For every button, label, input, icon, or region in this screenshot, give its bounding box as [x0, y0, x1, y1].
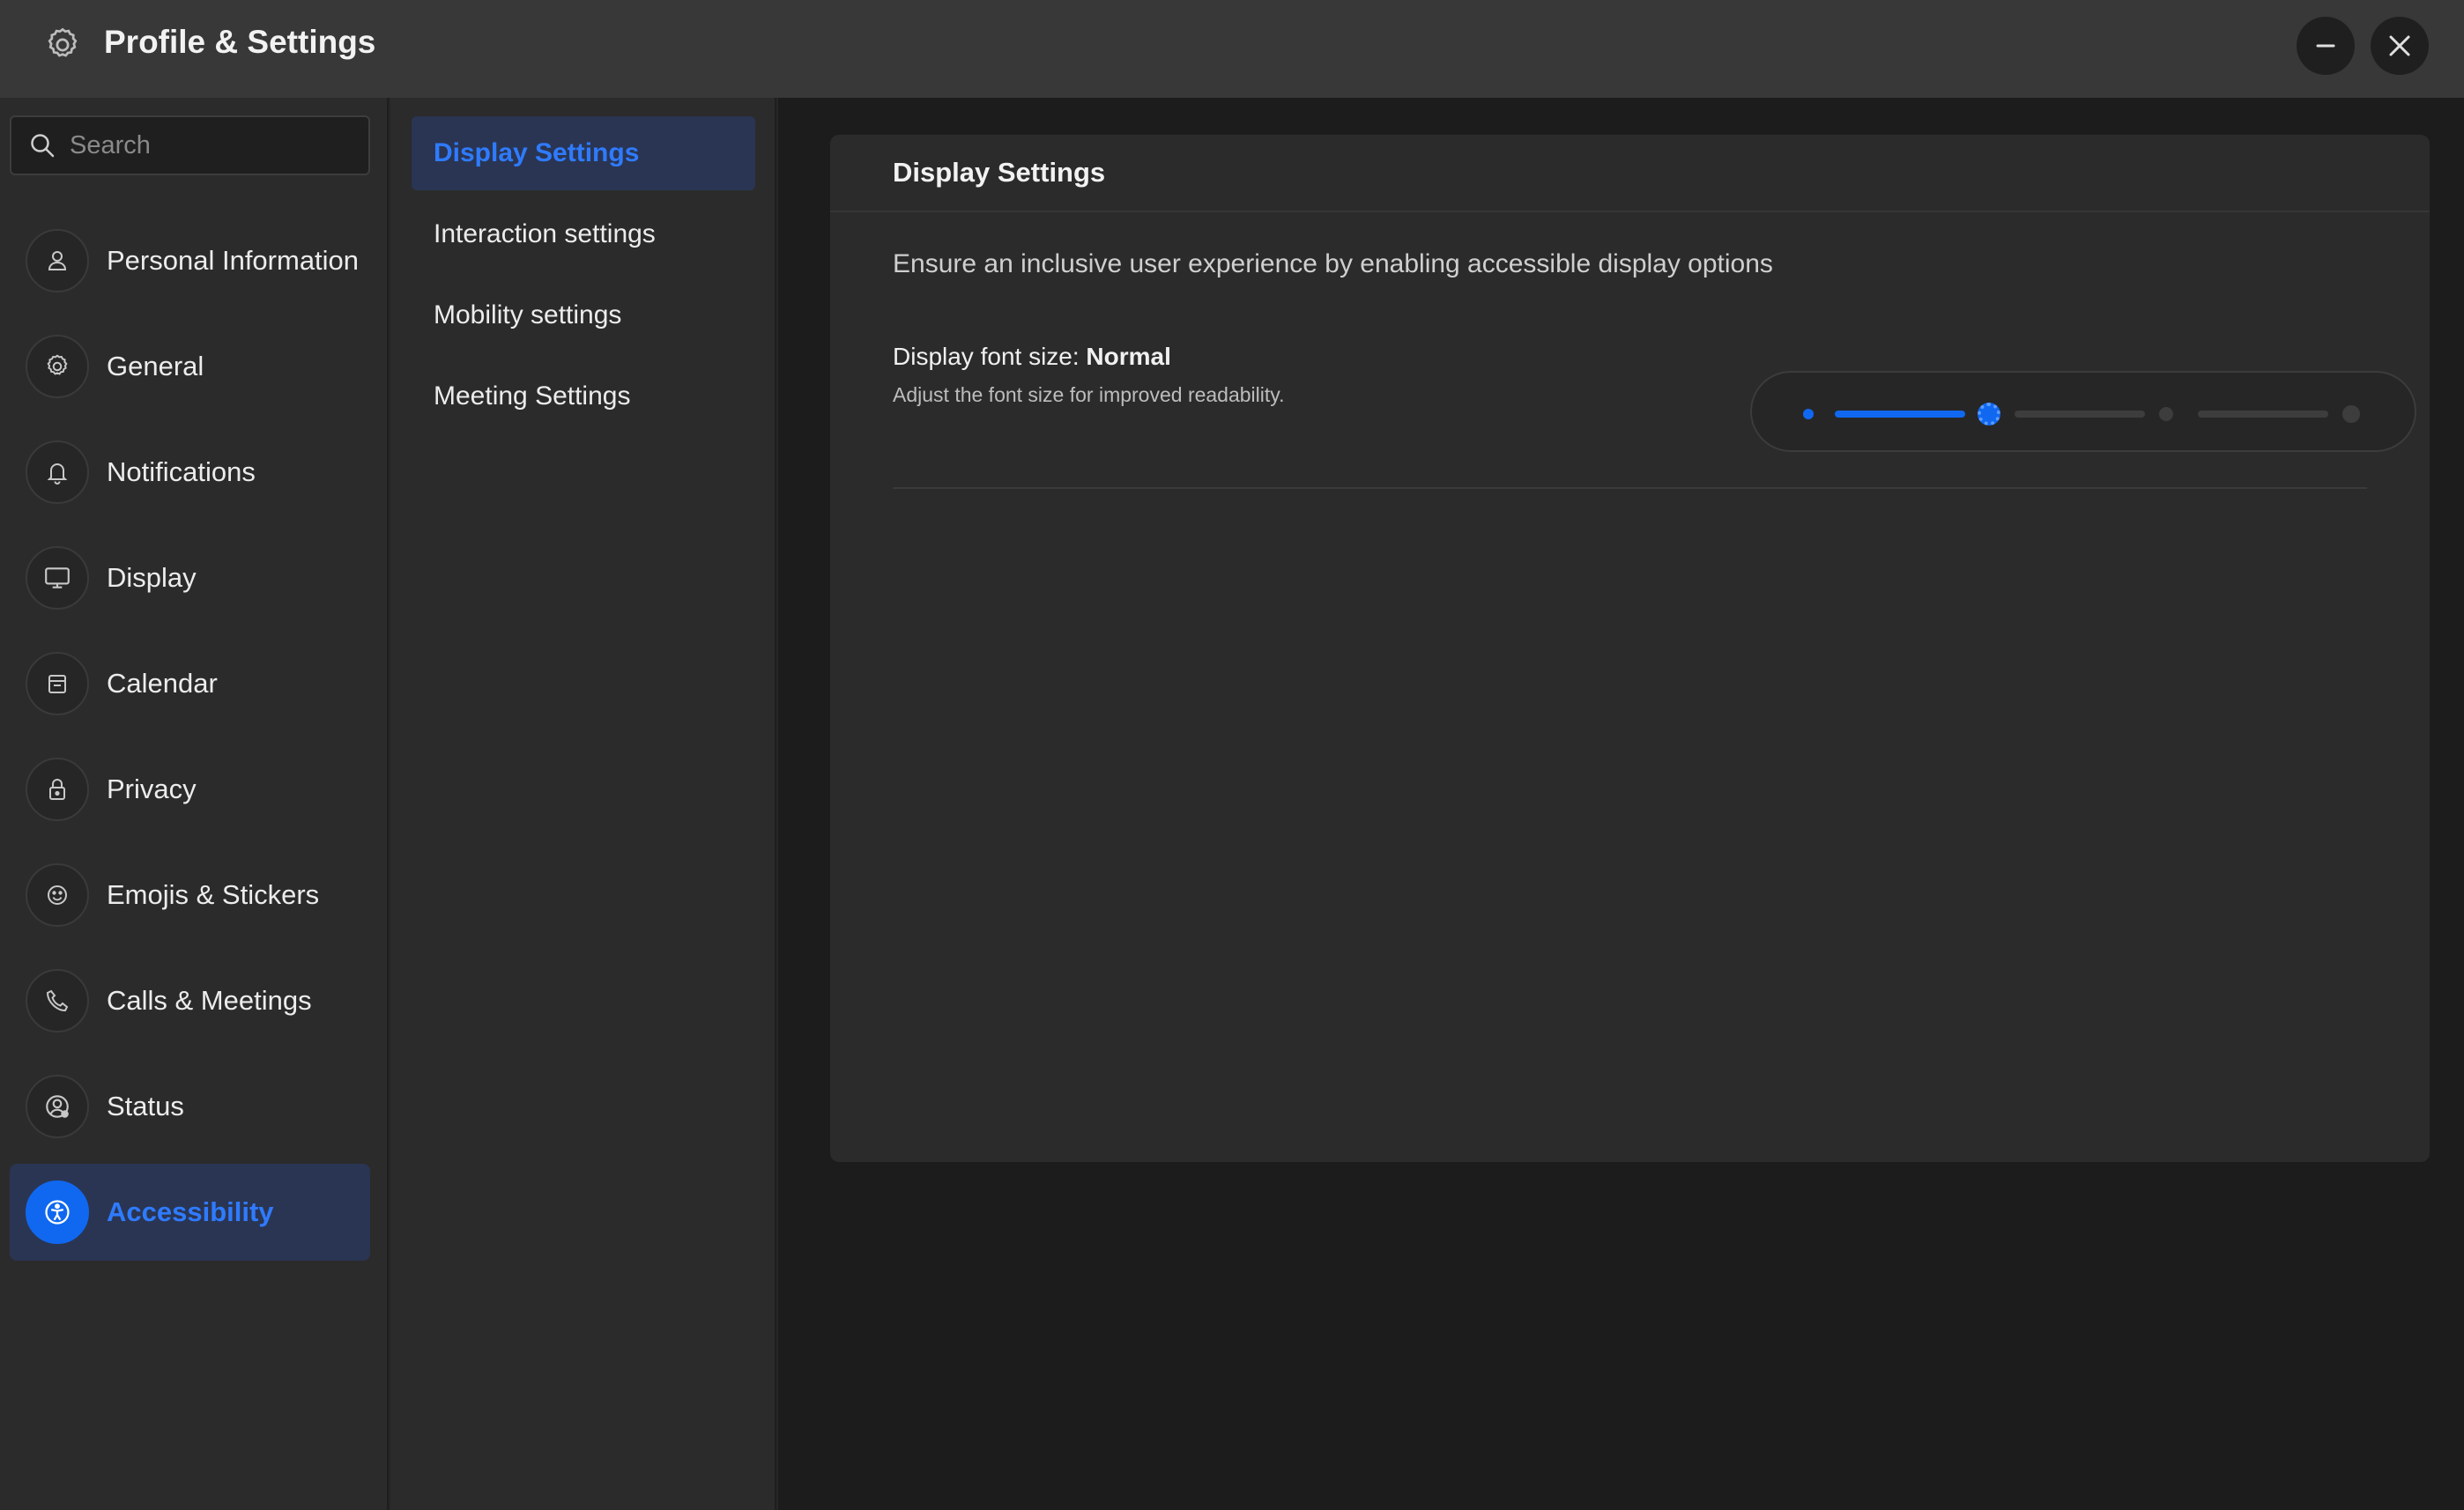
sidebar-item-label: Calls & Meetings: [107, 985, 312, 1016]
subnav-mobility-settings[interactable]: Mobility settings: [412, 278, 755, 352]
lock-icon: [49, 779, 65, 800]
search-input[interactable]: [70, 130, 352, 160]
font-size-label: Display font size: Normal: [893, 343, 1171, 370]
card-title: Display Settings: [830, 135, 2430, 212]
title-bar: Profile & Settings: [0, 0, 2464, 98]
font-size-value: Normal: [1086, 343, 1171, 370]
slider-thumb[interactable]: [1978, 403, 2000, 426]
close-icon: [2389, 35, 2410, 56]
sidebar-item-label: Personal Information: [107, 245, 360, 276]
sidebar-item-label: General: [107, 351, 204, 381]
display-settings-card: Display Settings Ensure an inclusive use…: [830, 135, 2430, 1162]
sidebar-item-calendar[interactable]: Calendar: [10, 635, 370, 732]
sidebar-item-label: Calendar: [107, 668, 218, 699]
slider-track: [2015, 411, 2145, 418]
sidebar-item-label: Accessibility: [107, 1196, 274, 1227]
slider-stop[interactable]: [2159, 407, 2173, 421]
minus-icon: [2316, 44, 2335, 48]
sidebar-item-calls-meetings[interactable]: Calls & Meetings: [10, 952, 370, 1049]
calendar-icon: [48, 675, 66, 693]
sidebar-item-personal-information[interactable]: Personal Information: [10, 212, 370, 309]
sidebar-item-general[interactable]: General: [10, 318, 370, 415]
gear-icon: [48, 27, 78, 57]
slider-stop[interactable]: [1803, 409, 1814, 419]
sidebar-item-accessibility[interactable]: Accessibility: [10, 1164, 370, 1261]
gear-icon: [47, 354, 68, 375]
subnav-interaction-settings[interactable]: Interaction settings: [412, 197, 755, 271]
search-icon: [31, 134, 55, 158]
sidebar-item-display[interactable]: Display: [10, 529, 370, 626]
accessibility-icon: [45, 1200, 70, 1225]
slider-track-filled: [1835, 411, 1965, 418]
sidebar-item-label: Emojis & Stickers: [107, 879, 320, 910]
sidebar-item-privacy[interactable]: Privacy: [10, 741, 370, 838]
window-title: Profile & Settings: [104, 24, 376, 60]
person-icon: [48, 251, 67, 270]
sidebar-item-label: Privacy: [107, 774, 197, 804]
slider-stop[interactable]: [2342, 405, 2360, 423]
close-button[interactable]: [2371, 17, 2429, 75]
smiley-icon: [48, 885, 67, 905]
subnav-display-settings[interactable]: Display Settings: [412, 116, 755, 190]
font-size-slider[interactable]: [1750, 371, 2416, 452]
sidebar-item-label: Display: [107, 562, 197, 593]
sidebar-item-emojis-stickers[interactable]: Emojis & Stickers: [10, 847, 370, 944]
divider: [893, 487, 2367, 489]
subnav-meeting-settings[interactable]: Meeting Settings: [412, 359, 755, 433]
bell-icon: [47, 463, 68, 485]
sidebar-item-label: Status: [107, 1091, 184, 1121]
accessibility-subnav: Display Settings Interaction settings Mo…: [390, 98, 776, 1510]
status-icon: [46, 1095, 69, 1118]
sidebar-item-status[interactable]: Status: [10, 1058, 370, 1155]
font-size-description: Adjust the font size for improved readab…: [893, 383, 1285, 406]
card-description: Ensure an inclusive user experience by e…: [893, 249, 1773, 278]
slider-track: [2198, 411, 2328, 418]
minimize-button[interactable]: [2297, 17, 2355, 75]
monitor-icon: [45, 567, 70, 588]
sidebar-item-label: Notifications: [107, 456, 256, 487]
phone-icon: [46, 989, 69, 1012]
sidebar: Personal Information General Notificatio…: [0, 98, 389, 1510]
main-content: Display Settings Ensure an inclusive use…: [778, 98, 2464, 1510]
sidebar-item-notifications[interactable]: Notifications: [10, 424, 370, 521]
search-box[interactable]: [10, 115, 370, 175]
